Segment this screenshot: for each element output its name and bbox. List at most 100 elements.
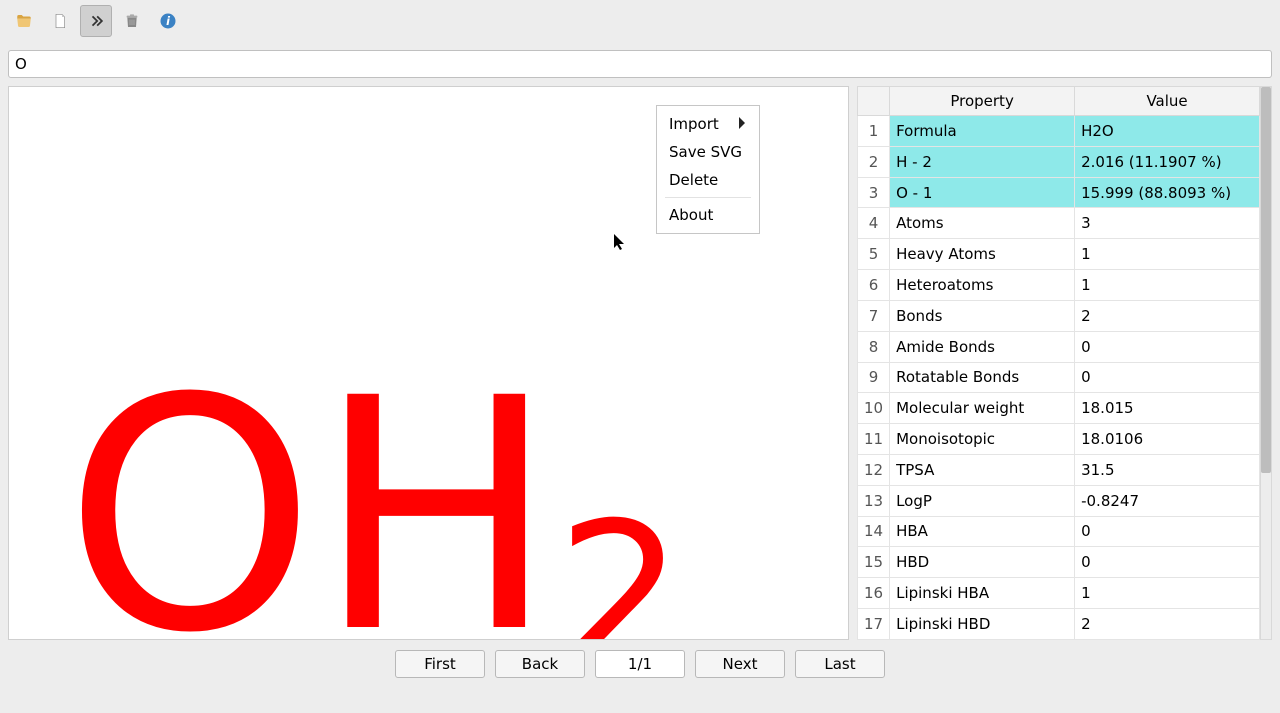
table-row[interactable]: 1FormulaH2O bbox=[858, 116, 1260, 147]
info-button[interactable]: i bbox=[152, 5, 184, 37]
table-row[interactable]: 8Amide Bonds0 bbox=[858, 331, 1260, 362]
molecule-subscript: 2 bbox=[557, 497, 684, 640]
context-delete-label: Delete bbox=[669, 171, 718, 189]
value-cell: H2O bbox=[1075, 116, 1260, 147]
table-row[interactable]: 10Molecular weight18.015 bbox=[858, 393, 1260, 424]
table-row[interactable]: 7Bonds2 bbox=[858, 300, 1260, 331]
table-row[interactable]: 11Monoisotopic18.0106 bbox=[858, 424, 1260, 455]
row-number: 1 bbox=[858, 116, 890, 147]
row-number: 2 bbox=[858, 146, 890, 177]
value-cell: 2 bbox=[1075, 300, 1260, 331]
table-row[interactable]: 12TPSA31.5 bbox=[858, 454, 1260, 485]
property-cell: O - 1 bbox=[890, 177, 1075, 208]
value-cell: 2.016 (11.1907 %) bbox=[1075, 146, 1260, 177]
value-cell: 0 bbox=[1075, 547, 1260, 578]
row-number: 9 bbox=[858, 362, 890, 393]
value-cell: 0 bbox=[1075, 516, 1260, 547]
value-cell: 1 bbox=[1075, 270, 1260, 301]
value-cell: -0.8247 bbox=[1075, 485, 1260, 516]
document-button[interactable] bbox=[44, 5, 76, 37]
row-number: 15 bbox=[858, 547, 890, 578]
value-cell: 2 bbox=[1075, 609, 1260, 640]
value-cell: 0 bbox=[1075, 331, 1260, 362]
property-cell: TPSA bbox=[890, 454, 1075, 485]
property-cell: Amide Bonds bbox=[890, 331, 1075, 362]
molecule-canvas[interactable]: OH 2 Import Save SVG Delete About bbox=[8, 86, 849, 640]
row-number: 13 bbox=[858, 485, 890, 516]
row-number: 3 bbox=[858, 177, 890, 208]
row-number: 6 bbox=[858, 270, 890, 301]
context-save-svg[interactable]: Save SVG bbox=[657, 138, 759, 166]
property-cell: LogP bbox=[890, 485, 1075, 516]
table-row[interactable]: 4Atoms3 bbox=[858, 208, 1260, 239]
smiles-input[interactable] bbox=[8, 50, 1272, 78]
trash-button[interactable] bbox=[116, 5, 148, 37]
row-number: 17 bbox=[858, 609, 890, 640]
row-number: 8 bbox=[858, 331, 890, 362]
property-cell: Bonds bbox=[890, 300, 1075, 331]
page-display: 1/1 bbox=[595, 650, 685, 678]
row-number: 7 bbox=[858, 300, 890, 331]
context-import-label: Import bbox=[669, 115, 719, 133]
molecule-display: OH 2 bbox=[64, 357, 684, 640]
table-row[interactable]: 5Heavy Atoms1 bbox=[858, 239, 1260, 270]
context-separator bbox=[665, 197, 751, 198]
open-folder-button[interactable] bbox=[8, 5, 40, 37]
context-menu: Import Save SVG Delete About bbox=[656, 105, 760, 234]
context-save-svg-label: Save SVG bbox=[669, 143, 742, 161]
last-button[interactable]: Last bbox=[795, 650, 885, 678]
row-number: 10 bbox=[858, 393, 890, 424]
value-header[interactable]: Value bbox=[1075, 87, 1260, 116]
table-row[interactable]: 13LogP-0.8247 bbox=[858, 485, 1260, 516]
main-area: OH 2 Import Save SVG Delete About bbox=[8, 86, 1272, 640]
row-number: 11 bbox=[858, 424, 890, 455]
chevron-right-icon bbox=[737, 115, 747, 133]
row-number: 4 bbox=[858, 208, 890, 239]
mouse-cursor-icon bbox=[613, 233, 627, 255]
molecule-main: OH bbox=[64, 357, 557, 640]
property-cell: HBD bbox=[890, 547, 1075, 578]
property-table: Property Value 1FormulaH2O2H - 22.016 (1… bbox=[857, 86, 1260, 640]
table-row[interactable]: 9Rotatable Bonds0 bbox=[858, 362, 1260, 393]
table-row[interactable]: 2H - 22.016 (11.1907 %) bbox=[858, 146, 1260, 177]
property-cell: Formula bbox=[890, 116, 1075, 147]
row-number: 14 bbox=[858, 516, 890, 547]
property-cell: Heteroatoms bbox=[890, 270, 1075, 301]
vertical-scrollbar[interactable] bbox=[1260, 86, 1272, 640]
value-cell: 31.5 bbox=[1075, 454, 1260, 485]
property-cell: Lipinski HBA bbox=[890, 578, 1075, 609]
table-row[interactable]: 14HBA0 bbox=[858, 516, 1260, 547]
property-cell: H - 2 bbox=[890, 146, 1075, 177]
row-number-header[interactable] bbox=[858, 87, 890, 116]
first-button[interactable]: First bbox=[395, 650, 485, 678]
context-import[interactable]: Import bbox=[657, 110, 759, 138]
property-cell: Heavy Atoms bbox=[890, 239, 1075, 270]
next-button[interactable]: Next bbox=[695, 650, 785, 678]
property-cell: Monoisotopic bbox=[890, 424, 1075, 455]
back-button[interactable]: Back bbox=[495, 650, 585, 678]
pager: First Back 1/1 Next Last bbox=[0, 640, 1280, 680]
value-cell: 18.0106 bbox=[1075, 424, 1260, 455]
value-cell: 3 bbox=[1075, 208, 1260, 239]
property-panel: Property Value 1FormulaH2O2H - 22.016 (1… bbox=[857, 86, 1272, 640]
table-row[interactable]: 3O - 115.999 (88.8093 %) bbox=[858, 177, 1260, 208]
context-delete[interactable]: Delete bbox=[657, 166, 759, 194]
value-cell: 1 bbox=[1075, 239, 1260, 270]
context-about-label: About bbox=[669, 206, 713, 224]
chevron-right-button[interactable] bbox=[80, 5, 112, 37]
table-row[interactable]: 16Lipinski HBA1 bbox=[858, 578, 1260, 609]
value-cell: 1 bbox=[1075, 578, 1260, 609]
property-cell: Atoms bbox=[890, 208, 1075, 239]
table-row[interactable]: 15HBD0 bbox=[858, 547, 1260, 578]
table-row[interactable]: 17Lipinski HBD2 bbox=[858, 609, 1260, 640]
row-number: 5 bbox=[858, 239, 890, 270]
context-about[interactable]: About bbox=[657, 201, 759, 229]
row-number: 12 bbox=[858, 454, 890, 485]
value-cell: 18.015 bbox=[1075, 393, 1260, 424]
property-cell: Rotatable Bonds bbox=[890, 362, 1075, 393]
toolbar: i bbox=[0, 0, 1280, 42]
smiles-input-bar bbox=[8, 50, 1272, 78]
table-row[interactable]: 6Heteroatoms1 bbox=[858, 270, 1260, 301]
scrollbar-thumb[interactable] bbox=[1261, 87, 1271, 473]
property-header[interactable]: Property bbox=[890, 87, 1075, 116]
